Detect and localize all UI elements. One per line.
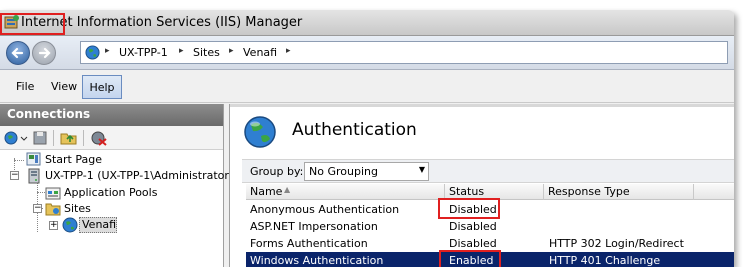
group-by-dropdown[interactable]: No Grouping ▼: [304, 162, 429, 181]
forward-button[interactable]: [32, 41, 56, 65]
toolbar-separator: [83, 130, 84, 146]
application-pools-icon: [45, 187, 61, 200]
cell-status: Disabled: [449, 237, 497, 250]
menu-view[interactable]: View: [51, 80, 77, 93]
highlight-box-enabled: [439, 250, 501, 267]
features-view: Authentication Group by: No Grouping ▼ N…: [229, 104, 734, 267]
breadcrumb-separator: ▸: [179, 46, 184, 56]
breadcrumb-separator: ▸: [105, 46, 110, 56]
page-title: Authentication: [292, 120, 417, 140]
collapse-sites-toggle[interactable]: −: [33, 204, 42, 213]
cell-name: Anonymous Authentication: [250, 203, 400, 216]
cell-name: ASP.NET Impersonation: [250, 220, 378, 233]
tree-item-sites[interactable]: Sites: [64, 202, 91, 215]
tree-item-start-page[interactable]: Start Page: [45, 153, 102, 166]
title-highlight-box: [0, 13, 65, 35]
highlight-box-disabled: [438, 198, 500, 219]
server-icon: [28, 168, 40, 184]
cell-status: Disabled: [449, 220, 497, 233]
column-header-name-label: Name: [250, 185, 283, 198]
disconnect-icon[interactable]: [90, 130, 108, 146]
arrow-right-icon: [38, 47, 51, 59]
column-header-name[interactable]: Name ▲: [246, 184, 445, 200]
tree-item-application-pools[interactable]: Application Pools: [64, 186, 157, 199]
group-by-bar: Group by: No Grouping ▼: [242, 159, 734, 183]
connect-icon[interactable]: [4, 130, 28, 146]
cell-name: Windows Authentication: [250, 254, 384, 267]
back-button[interactable]: [6, 41, 30, 65]
menu-bar: File View Help: [0, 71, 734, 103]
group-by-label: Group by:: [250, 165, 304, 178]
tree-connector: [14, 160, 24, 161]
dropdown-arrow-icon: ▼: [418, 165, 425, 174]
menu-file[interactable]: File: [16, 80, 34, 93]
column-header-response-type[interactable]: Response Type: [544, 184, 694, 200]
breadcrumb-sites[interactable]: Sites: [193, 46, 220, 59]
tree-item-venafi-site[interactable]: Venafi: [82, 218, 116, 231]
title-bar: Internet Information Services (IIS) Mana…: [0, 10, 734, 36]
save-icon[interactable]: [32, 130, 48, 146]
breadcrumb-site[interactable]: Venafi: [243, 46, 277, 59]
connections-pane: Connections Start Page − UX-TPP-1 (UX-TP…: [0, 104, 233, 267]
cell-response-type: HTTP 401 Challenge: [549, 254, 661, 267]
address-breadcrumb-field[interactable]: ▸ UX-TPP-1 ▸ Sites ▸ Venafi ▸: [80, 41, 728, 64]
connections-toolbar: [0, 126, 223, 150]
sort-ascending-icon: ▲: [284, 185, 291, 194]
top-strip: [230, 104, 734, 107]
expand-site-toggle[interactable]: +: [49, 221, 58, 230]
authentication-globe-icon: [244, 116, 276, 148]
address-bar: ▸ UX-TPP-1 ▸ Sites ▸ Venafi ▸: [0, 36, 734, 70]
breadcrumb-server[interactable]: UX-TPP-1: [119, 46, 168, 59]
arrow-left-icon: [11, 47, 24, 59]
up-folder-icon[interactable]: [60, 130, 78, 146]
globe-icon: [85, 45, 100, 60]
menu-help[interactable]: Help: [82, 75, 122, 99]
toolbar-separator: [53, 130, 54, 146]
sites-folder-icon: [45, 203, 61, 216]
cell-name: Forms Authentication: [250, 237, 368, 250]
cell-response-type: HTTP 302 Login/Redirect: [549, 237, 684, 250]
connections-header: Connections: [0, 104, 223, 126]
globe-icon: [62, 217, 78, 233]
tree-item-server[interactable]: UX-TPP-1 (UX-TPP-1\Administrator): [45, 169, 233, 182]
breadcrumb-separator: ▸: [286, 46, 291, 56]
breadcrumb-separator: ▸: [229, 46, 234, 56]
start-page-icon: [26, 152, 41, 166]
table-row[interactable]: ASP.NET Impersonation Disabled: [246, 218, 734, 235]
iis-manager-window: Internet Information Services (IIS) Mana…: [0, 10, 734, 267]
collapse-server-toggle[interactable]: −: [10, 171, 19, 180]
group-by-value: No Grouping: [309, 165, 378, 178]
